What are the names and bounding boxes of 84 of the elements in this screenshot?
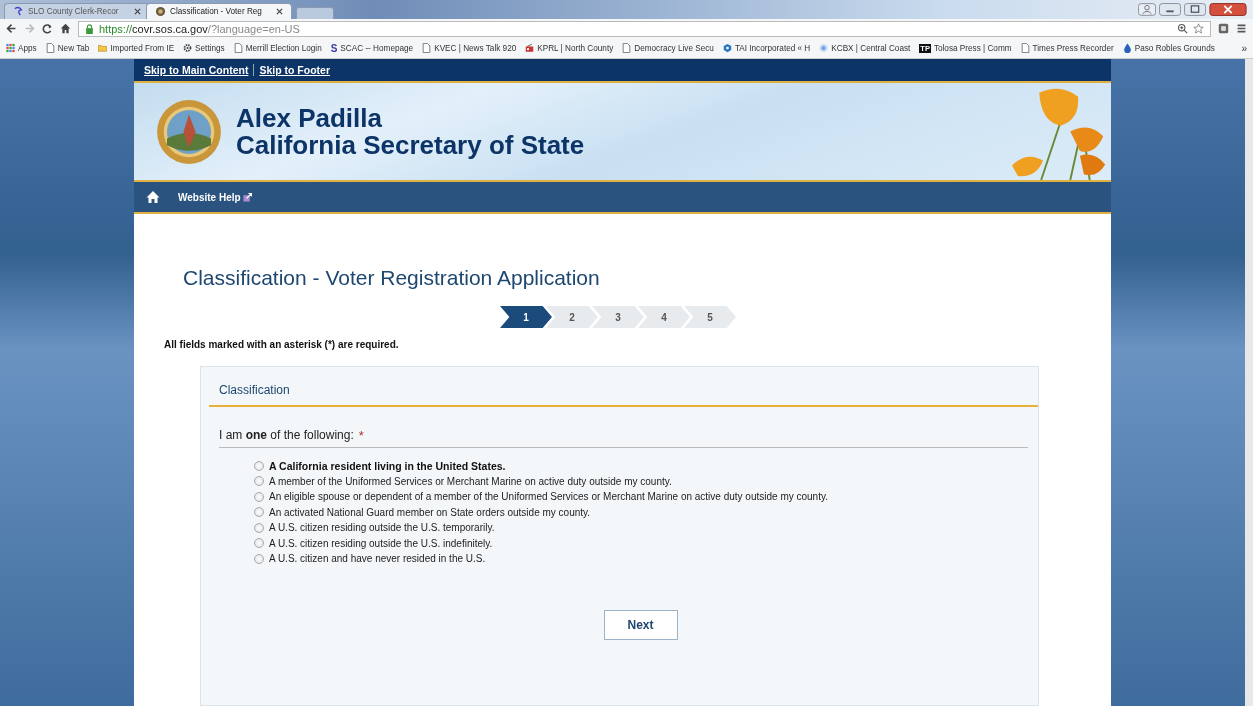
bookmark-label: Tolosa Press | Comm — [933, 43, 1012, 53]
more-bookmarks[interactable]: » — [1241, 42, 1247, 54]
option-label: An eligible spouse or dependent of a member of the Uniformed Services or Merchant Marine on active duty outside my county. — [269, 491, 828, 503]
skip-link[interactable]: Skip to Footer — [254, 64, 335, 76]
profile-icon[interactable] — [1138, 3, 1156, 16]
close-icon[interactable] — [276, 8, 283, 15]
bookmark[interactable]: Imported From IE — [98, 43, 175, 53]
gear-icon — [183, 43, 193, 53]
option-label: A California resident living in the United States. — [269, 459, 506, 472]
radio-button[interactable] — [254, 538, 264, 549]
radio-option[interactable]: A U.S. citizen and have never resided in the U.S. — [254, 551, 1038, 567]
required-asterisk: * — [358, 428, 364, 443]
scrollbar[interactable] — [1245, 59, 1253, 706]
bookmark-label: Imported From IE — [110, 43, 175, 53]
bookmark-label: Apps — [18, 43, 37, 53]
radio-icon — [525, 43, 535, 53]
sun-icon — [819, 43, 829, 53]
drop-icon — [1122, 43, 1132, 53]
skip-link[interactable]: Skip to Main Content — [139, 64, 255, 76]
close-icon[interactable] — [134, 8, 141, 15]
bookmark[interactable]: Settings — [183, 43, 225, 53]
forward-icon[interactable] — [24, 23, 35, 34]
globe-icon — [155, 6, 166, 17]
browser-tab[interactable]: Classification - Voter Reg — [146, 3, 292, 19]
home-icon[interactable] — [60, 23, 71, 34]
radio-button[interactable] — [254, 522, 264, 533]
menu-icon[interactable] — [1236, 23, 1247, 34]
bookmark-label: SCAC -- Homepage — [340, 43, 414, 53]
radio-button[interactable] — [254, 507, 264, 518]
radio-button[interactable] — [254, 460, 264, 471]
page-title: Classification - Voter Registration Application — [183, 266, 601, 290]
question-label: I am one of the following: — [219, 428, 354, 442]
required-note: All fields marked with an asterisk (*) are required. — [164, 339, 400, 350]
page-icon — [1020, 43, 1030, 53]
apps-grid-icon — [6, 43, 15, 53]
radio-button[interactable] — [254, 491, 264, 502]
option-label: A U.S. citizen residing outside the U.S. indefinitely. — [269, 537, 493, 549]
star-icon[interactable] — [1193, 23, 1204, 34]
office-title: California Secretary of State — [236, 131, 585, 159]
reload-icon[interactable] — [42, 23, 53, 34]
zoom-icon[interactable] — [1177, 23, 1188, 34]
lock-icon — [85, 23, 94, 34]
radio-option[interactable]: A U.S. citizen residing outside the U.S. temporarily. — [254, 520, 1038, 536]
minimize-icon[interactable] — [1159, 3, 1181, 16]
radio-option[interactable]: A member of the Uniformed Services or Merchant Marine on active duty outside my county. — [254, 473, 1038, 489]
radio-button[interactable] — [254, 553, 264, 564]
radio-option[interactable]: An eligible spouse or dependent of a member of the Uniformed Services or Merchant Marine on active duty outside my county. — [254, 489, 1038, 505]
external-link-icon — [242, 192, 252, 202]
page-icon — [622, 43, 632, 53]
section-title: Classification — [209, 367, 1038, 407]
page-icon — [422, 43, 432, 53]
radio-button[interactable] — [254, 476, 264, 487]
bookmark[interactable]: S SCAC -- Homepage — [330, 42, 414, 54]
option-label: A U.S. citizen and have never resided in the U.S. — [269, 553, 486, 565]
page-icon — [233, 43, 243, 53]
url-text: https://covr.sos.ca.gov/?language=en-US — [99, 22, 300, 35]
letter-icon: S — [330, 42, 338, 54]
progress-step: 5 — [684, 306, 736, 328]
website-help-link[interactable]: Website Help — [178, 191, 241, 203]
folder-icon — [98, 43, 108, 53]
maximize-icon[interactable] — [1184, 3, 1206, 16]
extension-icon[interactable] — [1218, 23, 1229, 34]
tab-title: Classification - Voter Reg — [170, 7, 263, 16]
radio-option[interactable]: A U.S. citizen residing outside the U.S. indefinitely. — [254, 535, 1038, 551]
option-label: A member of the Uniformed Services or Merchant Marine on active duty outside my county. — [269, 475, 672, 487]
logo-icon — [13, 6, 24, 17]
radio-option[interactable]: An activated National Guard member on State orders outside my county. — [254, 504, 1038, 520]
next-button[interactable]: Next — [603, 609, 678, 640]
seal-drawing — [156, 98, 222, 165]
page-icon — [45, 43, 55, 53]
radio-option[interactable]: A California resident living in the United States. — [254, 458, 1038, 474]
option-label: A U.S. citizen residing outside the U.S. temporarily. — [269, 522, 495, 534]
official-name: Alex Padilla — [236, 104, 383, 132]
bookmark-label: Settings — [195, 43, 225, 53]
home-icon[interactable] — [146, 190, 160, 204]
bookmark-label: New Tab — [57, 43, 90, 53]
address-bar[interactable]: https://covr.sos.ca.gov/?language=en-US — [78, 20, 1211, 37]
option-label: An activated National Guard member on State orders outside my county. — [269, 506, 591, 518]
tab-title: SLO County Clerk-Recor — [28, 7, 120, 16]
hexagon-icon — [722, 43, 732, 53]
close-window-icon[interactable] — [1209, 3, 1247, 16]
back-icon[interactable] — [6, 23, 17, 34]
bookmark[interactable]: Apps — [6, 43, 37, 53]
bookmark[interactable]: New Tab — [45, 43, 90, 53]
